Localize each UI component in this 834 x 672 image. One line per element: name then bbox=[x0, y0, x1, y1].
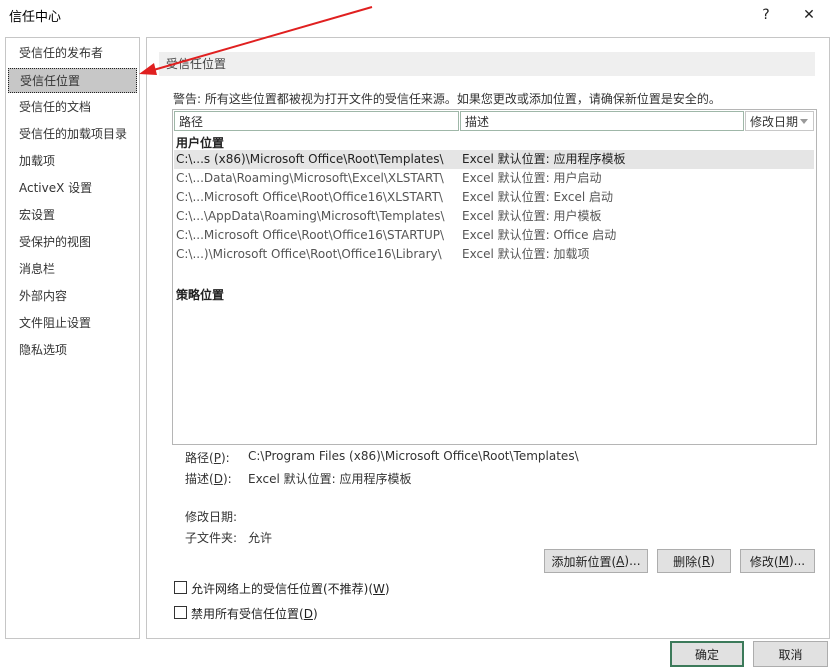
remove-button[interactable]: 删除(R) bbox=[657, 549, 731, 573]
table-row[interactable]: C:\...Microsoft Office\Root\Office16\STA… bbox=[174, 226, 814, 245]
disable-all-checkbox[interactable] bbox=[174, 606, 187, 619]
allow-network-label[interactable]: 允许网络上的受信任位置(不推荐)(W) bbox=[191, 580, 390, 597]
locations-list[interactable]: 路径 描述 修改日期 用户位置 C:\...s (x86)\Microsoft … bbox=[172, 109, 817, 445]
cancel-button[interactable]: 取消 bbox=[753, 641, 828, 667]
sidebar-item-trusted-addin-catalogs[interactable]: 受信任的加载项目录 bbox=[8, 122, 137, 147]
column-date-label: 修改日期 bbox=[750, 115, 799, 129]
sidebar-item-addins[interactable]: 加载项 bbox=[8, 149, 137, 174]
sidebar-item-privacy[interactable]: 隐私选项 bbox=[8, 338, 137, 363]
row-path: C:\...Data\Roaming\Microsoft\Excel\XLSTA… bbox=[176, 171, 444, 185]
detail-path-value: C:\Program Files (x86)\Microsoft Office\… bbox=[248, 449, 579, 463]
sidebar-item-trusted-documents[interactable]: 受信任的文档 bbox=[8, 95, 137, 120]
sort-arrow-icon bbox=[800, 119, 808, 124]
row-description: Excel 默认位置: 用户模板 bbox=[462, 209, 602, 223]
add-location-button[interactable]: 添加新位置(A)... bbox=[544, 549, 648, 573]
sidebar-item-protected-view[interactable]: 受保护的视图 bbox=[8, 230, 137, 255]
column-header-description[interactable]: 描述 bbox=[460, 111, 744, 131]
sidebar-item-trusted-locations[interactable]: 受信任位置 bbox=[8, 68, 137, 93]
sidebar-item-trusted-publishers[interactable]: 受信任的发布者 bbox=[8, 41, 137, 66]
sidebar: 受信任的发布者 受信任位置 受信任的文档 受信任的加载项目录 加载项 Activ… bbox=[5, 37, 140, 639]
sidebar-item-activex[interactable]: ActiveX 设置 bbox=[8, 176, 137, 201]
detail-subfolders-value: 允许 bbox=[248, 531, 273, 545]
detail-subfolders-label: 子文件夹: bbox=[185, 531, 238, 545]
row-description: Excel 默认位置: 应用程序模板 bbox=[462, 152, 626, 166]
row-path: C:\...s (x86)\Microsoft Office\Root\Temp… bbox=[176, 152, 444, 166]
column-header-path[interactable]: 路径 bbox=[174, 111, 459, 131]
table-row[interactable]: C:\...s (x86)\Microsoft Office\Root\Temp… bbox=[174, 150, 814, 169]
row-description: Excel 默认位置: 用户启动 bbox=[462, 171, 602, 185]
sidebar-item-message-bar[interactable]: 消息栏 bbox=[8, 257, 137, 282]
section-title: 受信任位置 bbox=[159, 52, 815, 76]
table-row[interactable]: C:\...Microsoft Office\Root\Office16\XLS… bbox=[174, 188, 814, 207]
sidebar-item-macro-settings[interactable]: 宏设置 bbox=[8, 203, 137, 228]
warning-text: 警告: 所有这些位置都被视为打开文件的受信任来源。如果您更改或添加位置，请确保新… bbox=[173, 92, 721, 106]
detail-path-label: 路径(P): bbox=[185, 451, 230, 465]
table-row[interactable]: C:\...)\Microsoft Office\Root\Office16\L… bbox=[174, 245, 814, 264]
table-row[interactable]: C:\...Data\Roaming\Microsoft\Excel\XLSTA… bbox=[174, 169, 814, 188]
group-user-locations: 用户位置 bbox=[176, 136, 225, 150]
sidebar-item-external-content[interactable]: 外部内容 bbox=[8, 284, 137, 309]
sidebar-item-file-block[interactable]: 文件阻止设置 bbox=[8, 311, 137, 336]
detail-description-label: 描述(D): bbox=[185, 472, 232, 486]
row-path: C:\...)\Microsoft Office\Root\Office16\L… bbox=[176, 247, 442, 261]
window-title: 信任中心 bbox=[9, 10, 62, 25]
detail-description-value: Excel 默认位置: 应用程序模板 bbox=[248, 472, 412, 486]
ok-button[interactable]: 确定 bbox=[670, 641, 744, 667]
row-path: C:\...Microsoft Office\Root\Office16\XLS… bbox=[176, 190, 443, 204]
detail-date-label: 修改日期: bbox=[185, 510, 238, 524]
modify-button[interactable]: 修改(M)... bbox=[740, 549, 815, 573]
row-path: C:\...\AppData\Roaming\Microsoft\Templat… bbox=[176, 209, 445, 223]
row-description: Excel 默认位置: Excel 启动 bbox=[462, 190, 614, 204]
group-policy-locations: 策略位置 bbox=[176, 288, 225, 302]
row-path: C:\...Microsoft Office\Root\Office16\STA… bbox=[176, 228, 445, 242]
row-description: Excel 默认位置: 加载项 bbox=[462, 247, 590, 261]
help-button[interactable]: ? bbox=[746, 0, 786, 30]
allow-network-checkbox[interactable] bbox=[174, 581, 187, 594]
close-icon[interactable]: ✕ bbox=[789, 0, 829, 30]
disable-all-label[interactable]: 禁用所有受信任位置(D) bbox=[191, 605, 318, 622]
row-description: Excel 默认位置: Office 启动 bbox=[462, 228, 617, 242]
column-header-date[interactable]: 修改日期 bbox=[745, 111, 814, 131]
table-row[interactable]: C:\...\AppData\Roaming\Microsoft\Templat… bbox=[174, 207, 814, 226]
